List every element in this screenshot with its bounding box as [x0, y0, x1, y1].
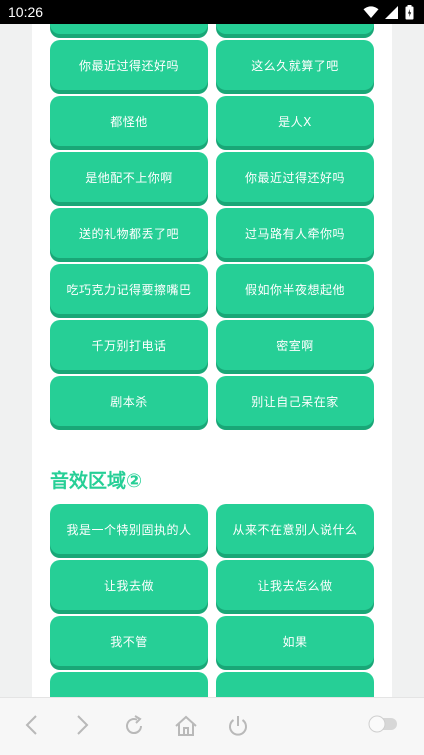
sound-button[interactable]: 千万别打电话 — [50, 320, 208, 370]
sound-button[interactable]: 从来不在意别人说什么 — [216, 504, 374, 554]
content-card: 你最近过得还好吗 这么久就算了吧 都怪他 是人X 是他配不上你啊 你最近过得还好吗 送的礼物… — [32, 0, 392, 700]
forward-icon[interactable] — [72, 714, 92, 736]
sound-button[interactable]: 是他配不上你啊 — [50, 152, 208, 202]
sound-button[interactable]: 让我去怎么做 — [216, 560, 374, 610]
sound-button[interactable]: 我是一个特别固执的人 — [50, 504, 208, 554]
sound-button[interactable] — [216, 672, 374, 700]
status-time: 10:26 — [8, 4, 44, 20]
sound-button[interactable]: 密室啊 — [216, 320, 374, 370]
bottom-nav-bar — [0, 697, 424, 755]
sound-button[interactable]: 别让自己呆在家 — [216, 376, 374, 426]
sound-button[interactable]: 让我去做 — [50, 560, 208, 610]
sound-button[interactable]: 送的礼物都丢了吧 — [50, 208, 208, 258]
sound-button[interactable]: 如果 — [216, 616, 374, 666]
home-icon[interactable] — [174, 714, 198, 738]
sound-button[interactable]: 这么久就算了吧 — [216, 40, 374, 90]
sound-button[interactable]: 你最近过得还好吗 — [216, 152, 374, 202]
sound-button[interactable]: 是人X — [216, 96, 374, 146]
sound-button[interactable]: 都怪他 — [50, 96, 208, 146]
sound-grid-2: 我是一个特别固执的人 从来不在意别人说什么 让我去做 让我去怎么做 我不管 如果 — [50, 504, 374, 700]
sound-button[interactable] — [50, 672, 208, 700]
toggle-switch[interactable] — [367, 714, 399, 734]
status-bar: 10:26 — [0, 0, 424, 24]
back-icon[interactable] — [22, 714, 42, 736]
signal-icon — [385, 5, 398, 19]
sound-button[interactable]: 我不管 — [50, 616, 208, 666]
wifi-icon — [363, 5, 379, 18]
battery-icon — [405, 4, 414, 19]
power-icon[interactable] — [226, 714, 250, 738]
sound-grid-1: 你最近过得还好吗 这么久就算了吧 都怪他 是人X 是他配不上你啊 你最近过得还好吗 送的礼物… — [50, 0, 374, 426]
sound-button[interactable]: 吃巧克力记得要擦嘴巴 — [50, 264, 208, 314]
sound-button[interactable]: 过马路有人牵你吗 — [216, 208, 374, 258]
refresh-icon[interactable] — [122, 714, 146, 738]
sound-button[interactable]: 剧本杀 — [50, 376, 208, 426]
sound-button[interactable]: 假如你半夜想起他 — [216, 264, 374, 314]
sound-button[interactable]: 你最近过得还好吗 — [50, 40, 208, 90]
section-title: 音效区域② — [50, 470, 143, 492]
